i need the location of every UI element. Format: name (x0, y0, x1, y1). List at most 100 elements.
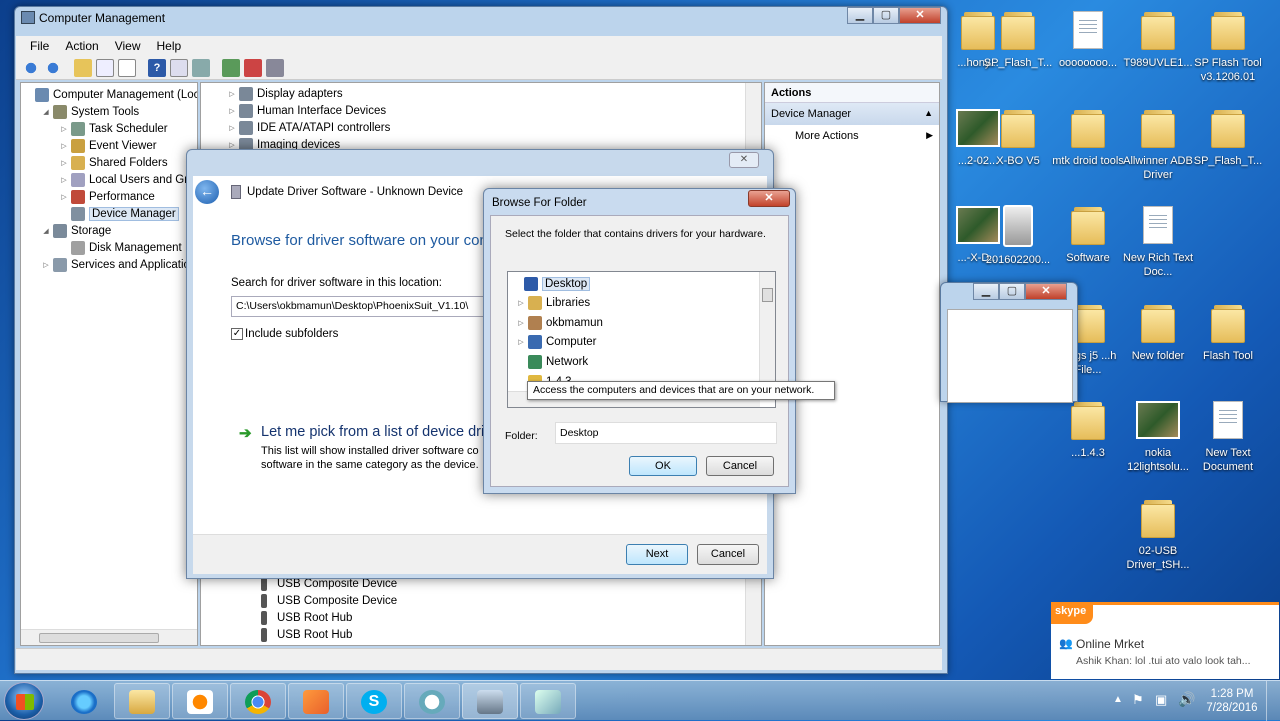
desktop-icon[interactable]: Flash Tool (1190, 303, 1266, 363)
desktop-icon[interactable]: New folder (1120, 303, 1196, 363)
browse-cancel-button[interactable]: Cancel (706, 456, 774, 476)
desktop-icon[interactable]: SP Flash Tool v3.1206.01 (1190, 10, 1266, 84)
network-icon[interactable]: ▣ (1155, 692, 1167, 708)
tree-item[interactable]: ▷ Local Users and Group (59, 171, 197, 188)
maximize-button[interactable]: ▢ (873, 7, 899, 24)
tree-item[interactable]: ▷ Services and Applications (41, 256, 197, 273)
tree-item[interactable]: ▷ Event Viewer (59, 137, 157, 154)
desktop-icon[interactable]: ...1.4.3 (1050, 400, 1126, 460)
tree-item[interactable]: Device Manager (59, 205, 179, 222)
tree-item[interactable]: ▷ Task Scheduler (59, 120, 168, 137)
device-category[interactable]: ▷ Display adapters (227, 85, 343, 102)
start-button[interactable] (4, 682, 44, 720)
expand-arrow-icon[interactable]: ▷ (59, 176, 69, 184)
folder-tree-item[interactable]: ▷ okbmamun (516, 313, 603, 332)
next-button[interactable]: Next (626, 544, 688, 565)
device-category[interactable]: ▷ Human Interface Devices (227, 102, 386, 119)
tree-item[interactable]: ▷ Shared Folders (59, 154, 168, 171)
desktop-icon[interactable]: 201602200... (980, 205, 1056, 267)
desktop-icon[interactable]: Allwinner ADB Driver (1120, 108, 1196, 182)
minimize-button[interactable]: ▁ (847, 7, 873, 24)
expand-arrow-icon[interactable]: ▷ (41, 261, 51, 269)
clock[interactable]: 1:28 PM 7/28/2016 (1202, 687, 1262, 715)
desktop-icon[interactable]: oooooooo... (1050, 10, 1126, 70)
tree-item[interactable]: ◢ System Tools (41, 103, 139, 120)
desktop-icon[interactable]: Software (1050, 205, 1126, 265)
desktop-icon[interactable]: 02-USB Driver_tSH... (1120, 498, 1196, 572)
tree-item[interactable]: ◢ Storage (41, 222, 111, 239)
desktop-icon[interactable]: New Rich Text Doc... (1120, 205, 1196, 279)
action-center-icon[interactable]: ⚑ (1132, 692, 1144, 708)
dialog-close-button[interactable]: ✕ (729, 152, 759, 168)
menu-action[interactable]: Action (57, 39, 106, 53)
expand-arrow-icon[interactable]: ◢ (41, 108, 51, 116)
device-item[interactable]: USB Composite Device (259, 592, 397, 609)
device-category[interactable]: ▷ IDE ATA/ATAPI controllers (227, 119, 390, 136)
desktop-icon[interactable]: nokia 12lightsolu... (1120, 400, 1196, 474)
taskbar-app[interactable] (288, 683, 344, 719)
horizontal-scrollbar[interactable] (21, 629, 197, 645)
desktop-icon[interactable]: mtk droid tools (1050, 108, 1126, 168)
forward-arrow-icon[interactable] (44, 58, 62, 77)
taskbar-chrome[interactable] (230, 683, 286, 719)
volume-icon[interactable]: 🔊 (1178, 691, 1195, 708)
desktop-icon[interactable]: T989UVLE1... (1120, 10, 1196, 70)
back-button[interactable]: ← (195, 180, 219, 204)
uninstall-icon[interactable] (244, 58, 262, 77)
expand-arrow-icon[interactable]: ▷ (59, 193, 69, 201)
expand-arrow-icon[interactable]: ▷ (516, 338, 526, 346)
taskbar-skype[interactable]: S (346, 683, 402, 719)
folder-tree-item[interactable]: Desktop (512, 274, 591, 293)
folder-tree-item[interactable]: ▷ Computer (516, 333, 597, 352)
expand-arrow-icon[interactable]: ▷ (227, 107, 237, 115)
close-button[interactable]: ✕ (899, 7, 941, 24)
expand-arrow-icon[interactable]: ◢ (41, 227, 51, 235)
help-icon[interactable]: ? (148, 58, 166, 77)
tree-item[interactable]: Disk Management (59, 239, 182, 256)
desktop-icon[interactable]: SP_Flash_T... (980, 10, 1056, 70)
expand-arrow-icon[interactable]: ▷ (227, 90, 237, 98)
folder-tree-item[interactable]: ▷ Libraries (516, 294, 590, 313)
taskbar-chat[interactable] (404, 683, 460, 719)
expand-arrow-icon[interactable]: ▷ (227, 141, 237, 149)
scan-hardware-icon[interactable] (192, 58, 210, 77)
disable-icon[interactable] (266, 58, 284, 77)
menu-file[interactable]: File (22, 39, 57, 53)
update-driver-icon[interactable] (222, 58, 240, 77)
taskbar-computer-management[interactable] (462, 683, 518, 719)
actions-section-device-manager[interactable]: Device Manager ▲ (765, 103, 939, 125)
taskbar-media-player[interactable] (172, 683, 228, 719)
expand-arrow-icon[interactable]: ▷ (516, 299, 526, 307)
folder-input[interactable]: Desktop (555, 422, 777, 444)
include-subfolders-checkbox[interactable]: ✓ (231, 328, 243, 340)
expand-arrow-icon[interactable]: ▷ (59, 159, 69, 167)
taskbar-internet-explorer[interactable] (56, 683, 112, 719)
view-icon[interactable] (170, 58, 188, 77)
bg-maximize-button[interactable]: ▢ (999, 283, 1025, 300)
browse-close-button[interactable]: ✕ (748, 190, 790, 207)
more-actions-item[interactable]: More Actions ▶ (765, 125, 939, 145)
device-item[interactable]: USB Root Hub (259, 609, 352, 626)
show-hidden-icons[interactable]: ▲ (1113, 694, 1123, 705)
expand-arrow-icon[interactable]: ▷ (59, 142, 69, 150)
taskbar-explorer[interactable] (114, 683, 170, 719)
up-folder-icon[interactable] (74, 58, 92, 77)
device-item[interactable]: USB Root Hub (259, 626, 352, 643)
menu-view[interactable]: View (107, 39, 149, 53)
desktop-icon[interactable]: X-BO V5 (980, 108, 1056, 168)
show-tree-icon[interactable] (96, 58, 114, 77)
skype-notification[interactable]: skype 👥 Online Mrket Ashik Khan: lol .tu… (1051, 602, 1279, 679)
expand-arrow-icon[interactable]: ▷ (227, 124, 237, 132)
bg-minimize-button[interactable]: ▁ (973, 283, 999, 300)
expand-arrow-icon[interactable]: ▷ (516, 319, 526, 327)
bg-close-button[interactable]: ✕ (1025, 283, 1067, 300)
wizard-cancel-button[interactable]: Cancel (697, 544, 759, 565)
taskbar-setup[interactable] (520, 683, 576, 719)
search-location-input[interactable]: C:\Users\okbmamun\Desktop\PhoenixSuit_V1… (231, 296, 501, 317)
show-desktop-button[interactable] (1266, 681, 1280, 721)
properties-icon[interactable] (118, 58, 136, 77)
desktop-icon[interactable]: New Text Document (1190, 400, 1266, 474)
folder-tree-item[interactable]: Network (516, 352, 588, 371)
ok-button[interactable]: OK (629, 456, 697, 476)
tree-item[interactable]: ▷ Performance (59, 188, 155, 205)
